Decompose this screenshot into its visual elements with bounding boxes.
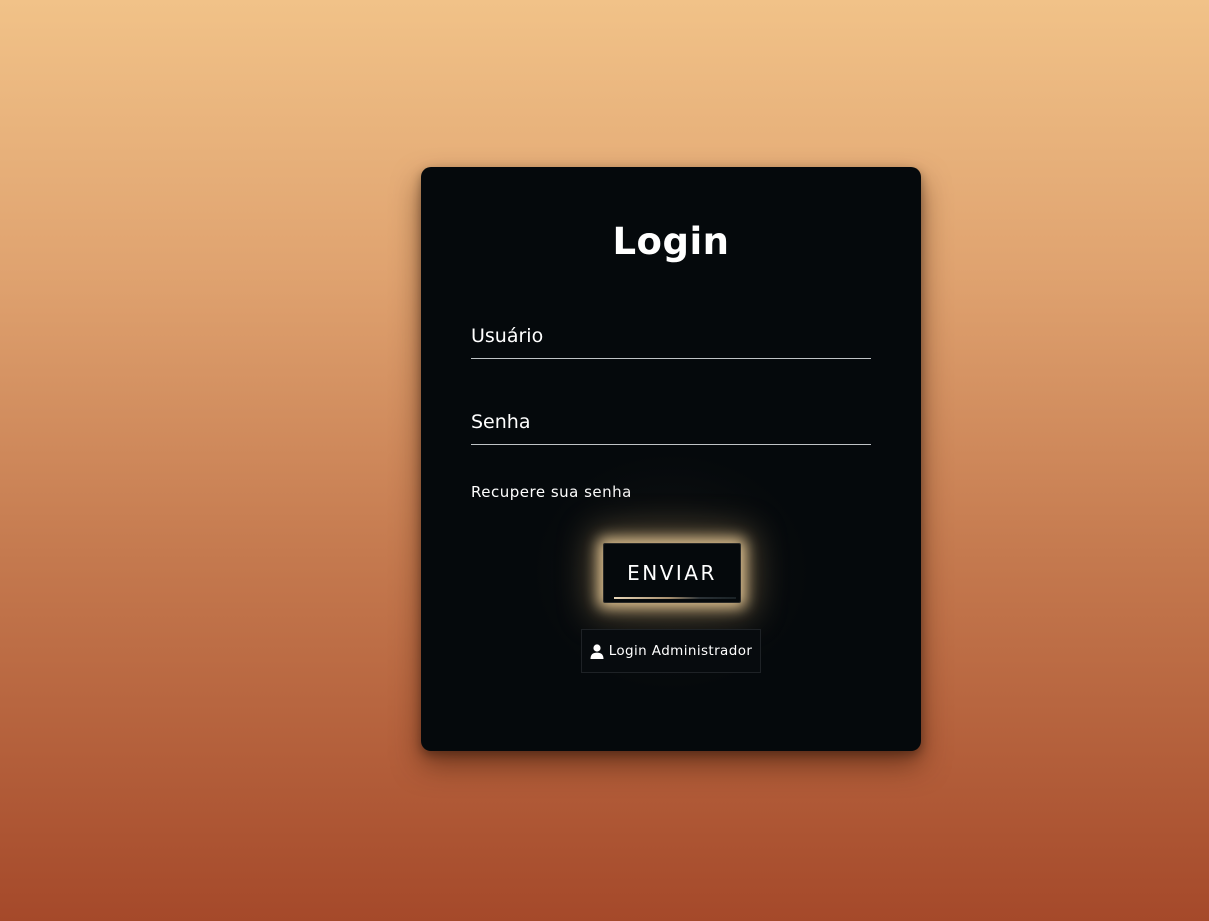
username-input[interactable] xyxy=(471,314,871,358)
username-field[interactable] xyxy=(471,314,871,359)
forgot-password-link[interactable]: Recupere sua senha xyxy=(471,483,632,501)
submit-button-accent-bar xyxy=(614,597,736,599)
password-field[interactable] xyxy=(471,400,871,445)
admin-login-label: Login Administrador xyxy=(608,643,753,659)
submit-button-label: ENVIAR xyxy=(627,561,717,585)
admin-login-button[interactable]: Login Administrador xyxy=(581,629,761,673)
password-input[interactable] xyxy=(471,400,871,444)
submit-button[interactable]: ENVIAR xyxy=(603,543,741,603)
user-icon xyxy=(590,643,604,659)
login-card: Login Recupere sua senha ENVIAR Login Ad… xyxy=(421,167,921,751)
login-title: Login xyxy=(612,220,730,263)
